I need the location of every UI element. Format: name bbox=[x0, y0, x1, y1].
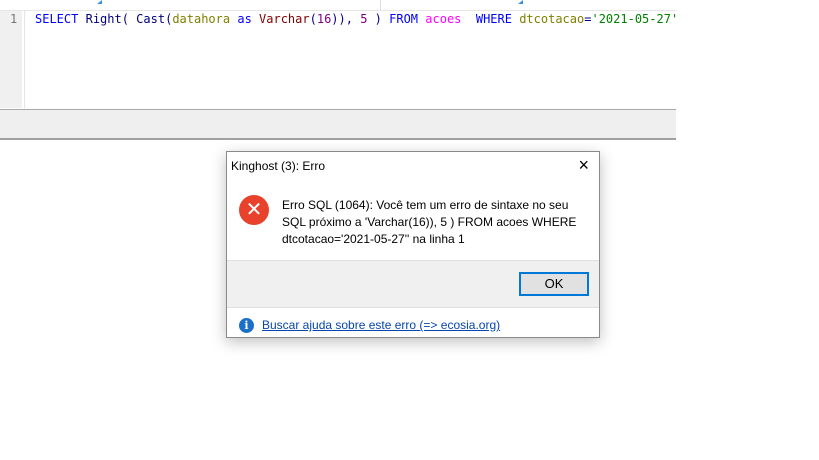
error-dialog: Kinghost (3): Erro × ✕ Erro SQL (1064): … bbox=[226, 151, 600, 338]
close-icon[interactable]: × bbox=[578, 155, 589, 176]
divider bbox=[380, 0, 381, 10]
token: Right bbox=[85, 12, 122, 26]
ok-button[interactable]: OK bbox=[519, 272, 589, 296]
token: SELECT bbox=[35, 12, 79, 26]
results-panel bbox=[0, 109, 676, 140]
line-number: 1 bbox=[10, 12, 18, 26]
dialog-footer: OK bbox=[227, 260, 599, 308]
editor-tab-strip bbox=[0, 0, 677, 11]
sql-editor[interactable]: SELECT Right( Cast(datahora as Varchar(1… bbox=[35, 12, 678, 26]
token: '2021-05-27' bbox=[591, 12, 679, 26]
token: Cast bbox=[136, 12, 166, 26]
token: ( bbox=[309, 12, 317, 26]
token: )), bbox=[331, 12, 361, 26]
token: ) bbox=[367, 12, 390, 26]
token: 16 bbox=[316, 12, 332, 26]
error-message: Erro SQL (1064): Você tem um erro de sin… bbox=[282, 198, 577, 246]
marker-icon bbox=[97, 0, 102, 4]
info-icon: i bbox=[239, 318, 254, 333]
error-icon: ✕ bbox=[239, 195, 269, 225]
marker-icon bbox=[518, 0, 523, 4]
token: datahora bbox=[172, 12, 231, 26]
token: as bbox=[237, 12, 252, 26]
token: ( bbox=[121, 12, 137, 26]
help-link[interactable]: Buscar ajuda sobre este erro (=> ecosia.… bbox=[262, 318, 500, 332]
token: Varchar bbox=[259, 12, 310, 26]
token: dtcotacao bbox=[519, 12, 585, 26]
token: FROM bbox=[389, 12, 419, 26]
token: WHERE bbox=[475, 12, 512, 26]
divider bbox=[24, 11, 25, 108]
dialog-title: Kinghost (3): Erro bbox=[231, 159, 326, 173]
token: acoes bbox=[425, 12, 462, 26]
